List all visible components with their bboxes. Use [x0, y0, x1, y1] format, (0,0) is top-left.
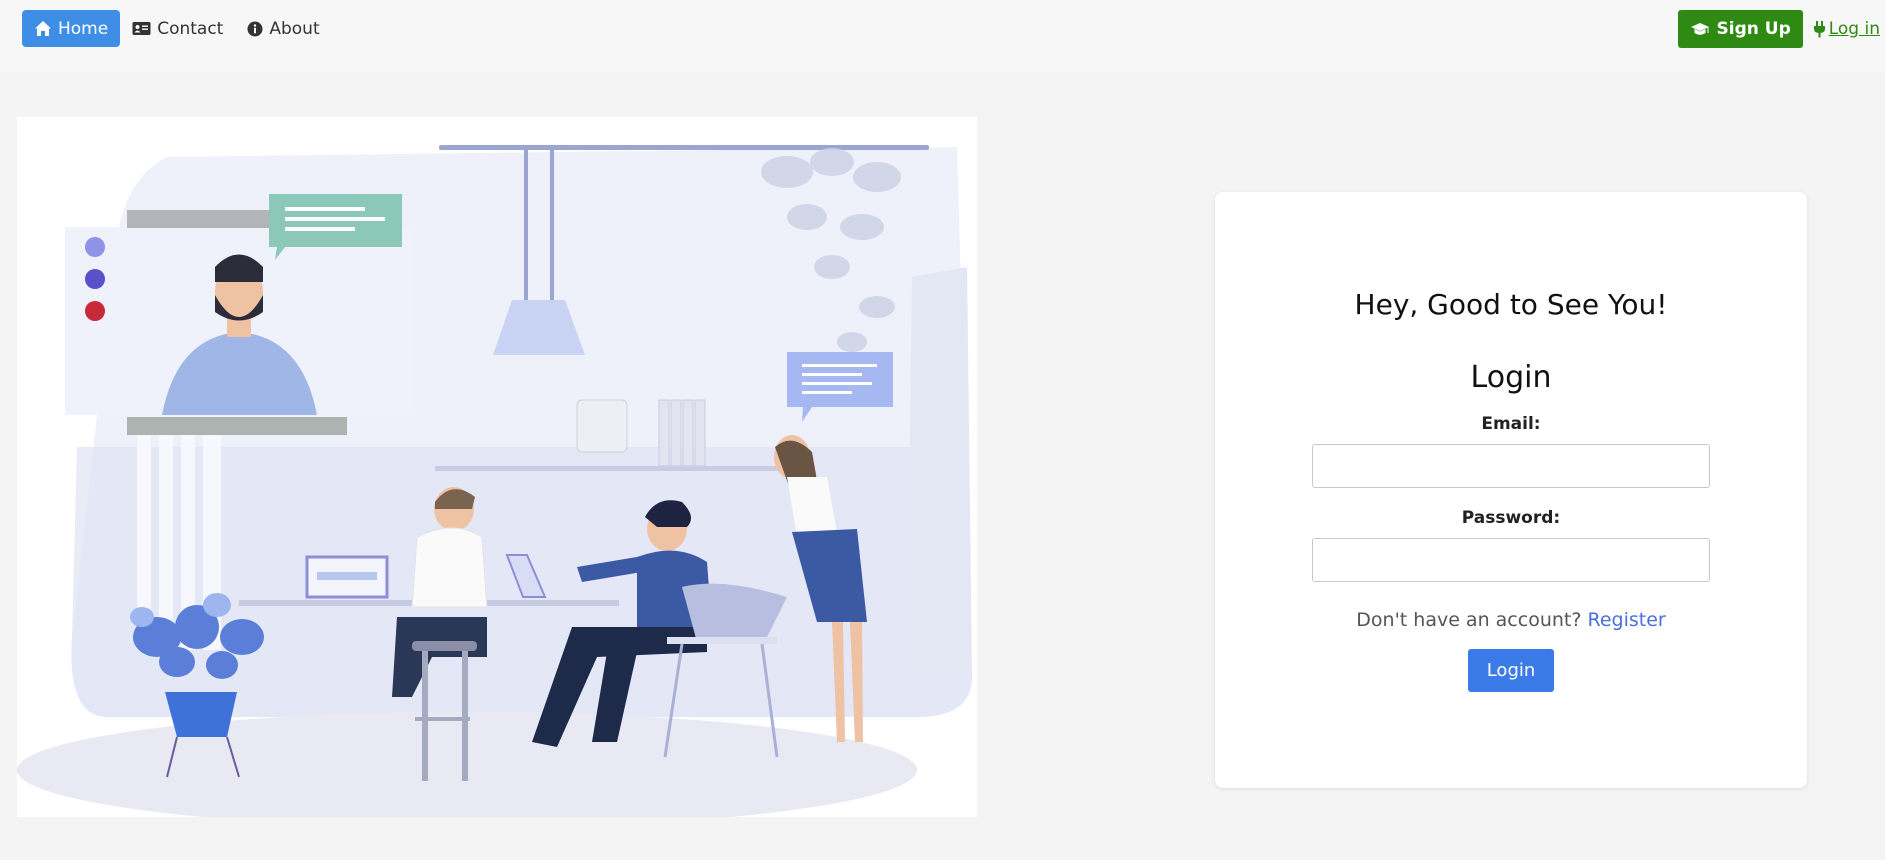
nav-home-button[interactable]: Home	[22, 10, 121, 47]
signup-label: Sign Up	[1716, 19, 1791, 39]
nav-about-label: About	[269, 18, 320, 39]
home-icon	[35, 21, 51, 36]
login-submit-button[interactable]: Login	[1468, 649, 1554, 692]
info-icon	[247, 21, 263, 36]
login-card: Hey, Good to See You! Login Email: Passw…	[1215, 192, 1807, 788]
nav-contact-link[interactable]: Contact	[120, 10, 235, 47]
nav-home-label: Home	[58, 18, 109, 39]
password-label: Password:	[1461, 508, 1561, 528]
login-link[interactable]: Log in	[1813, 19, 1880, 39]
nav-contact-label: Contact	[157, 18, 224, 39]
team-office-illustration	[17, 145, 972, 828]
office-illustration	[17, 117, 977, 828]
nav-left: Home Contact About	[22, 10, 332, 47]
greeting-heading: Hey, Good to See You!	[1354, 288, 1668, 321]
email-label: Email:	[1481, 414, 1541, 434]
plug-icon	[1813, 21, 1825, 38]
password-field[interactable]	[1312, 538, 1710, 582]
login-link-label: Log in	[1828, 19, 1880, 39]
navbar: Home Contact About Sign Up Log in	[0, 0, 1885, 72]
login-title: Login	[1470, 360, 1552, 395]
register-prompt: Don't have an account?	[1356, 609, 1582, 631]
id-card-icon	[132, 22, 151, 35]
email-field[interactable]	[1312, 444, 1710, 488]
graduation-cap-icon	[1690, 22, 1709, 35]
register-row: Don't have an account? Register	[1215, 609, 1807, 631]
signup-button[interactable]: Sign Up	[1677, 10, 1803, 48]
register-link[interactable]: Register	[1587, 609, 1665, 631]
nav-right: Sign Up Log in	[1677, 10, 1880, 48]
nav-about-link[interactable]: About	[235, 10, 331, 47]
